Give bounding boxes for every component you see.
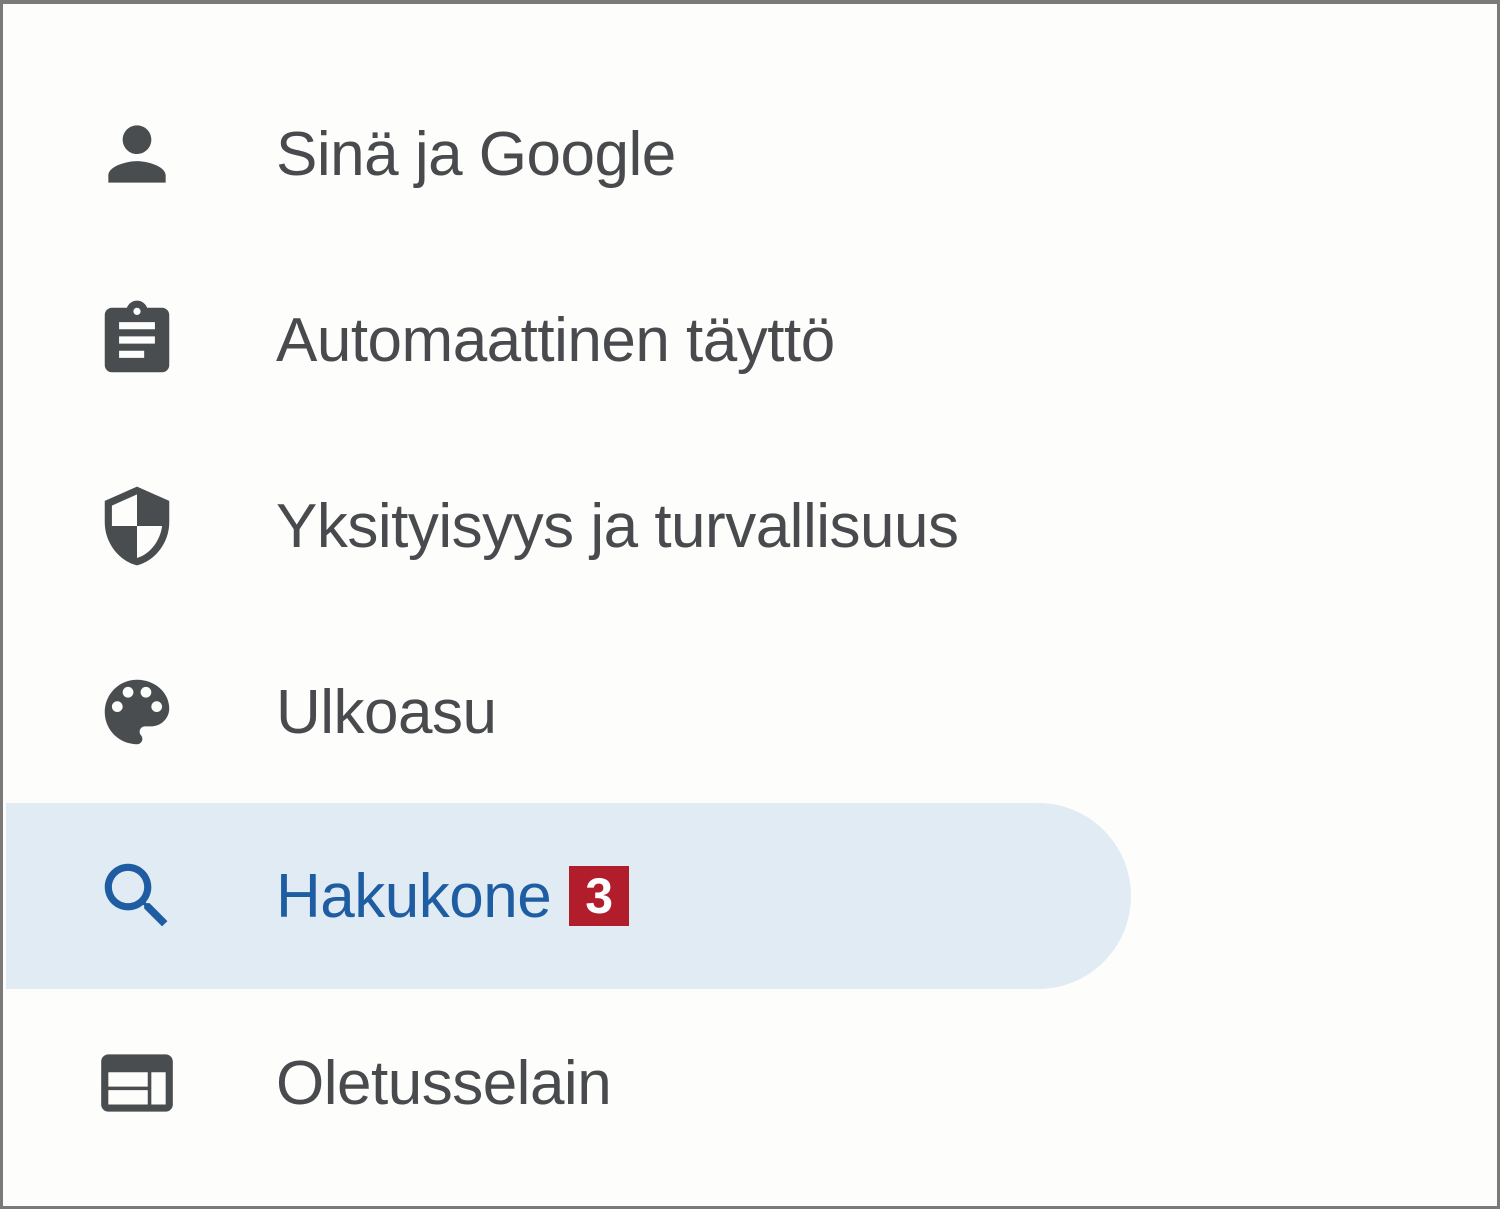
- sidebar-item-label: Sinä ja Google: [276, 119, 676, 189]
- search-icon: [94, 853, 180, 939]
- settings-sidebar-nav: Sinä ja Google Automaattinen täyttö Yksi…: [6, 4, 1136, 1209]
- sidebar-item-autofill[interactable]: Automaattinen täyttö: [6, 247, 1131, 433]
- settings-window-frame: Sinä ja Google Automaattinen täyttö Yksi…: [0, 0, 1500, 1209]
- sidebar-item-label-wrapper: Hakukone 3: [276, 861, 630, 932]
- sidebar-item-label: Oletusselain: [276, 1048, 612, 1118]
- sidebar-item-label: Yksityisyys ja turvallisuus: [276, 491, 959, 561]
- step-number-badge: 3: [569, 866, 630, 926]
- shield-icon: [94, 483, 180, 569]
- sidebar-item-appearance[interactable]: Ulkoasu: [6, 619, 1131, 805]
- sidebar-item-you-and-google[interactable]: Sinä ja Google: [6, 61, 1131, 247]
- sidebar-item-label: Hakukone: [276, 861, 552, 931]
- sidebar-item-label: Automaattinen täyttö: [276, 305, 835, 375]
- person-icon: [94, 111, 180, 197]
- sidebar-item-search-engine[interactable]: Hakukone 3: [6, 803, 1131, 989]
- sidebar-item-default-browser[interactable]: Oletusselain: [6, 990, 1131, 1176]
- browser-window-icon: [94, 1040, 180, 1126]
- sidebar-item-privacy-security[interactable]: Yksityisyys ja turvallisuus: [6, 433, 1131, 619]
- clipboard-icon: [94, 297, 180, 383]
- palette-icon: [94, 669, 180, 755]
- sidebar-item-label: Ulkoasu: [276, 677, 497, 747]
